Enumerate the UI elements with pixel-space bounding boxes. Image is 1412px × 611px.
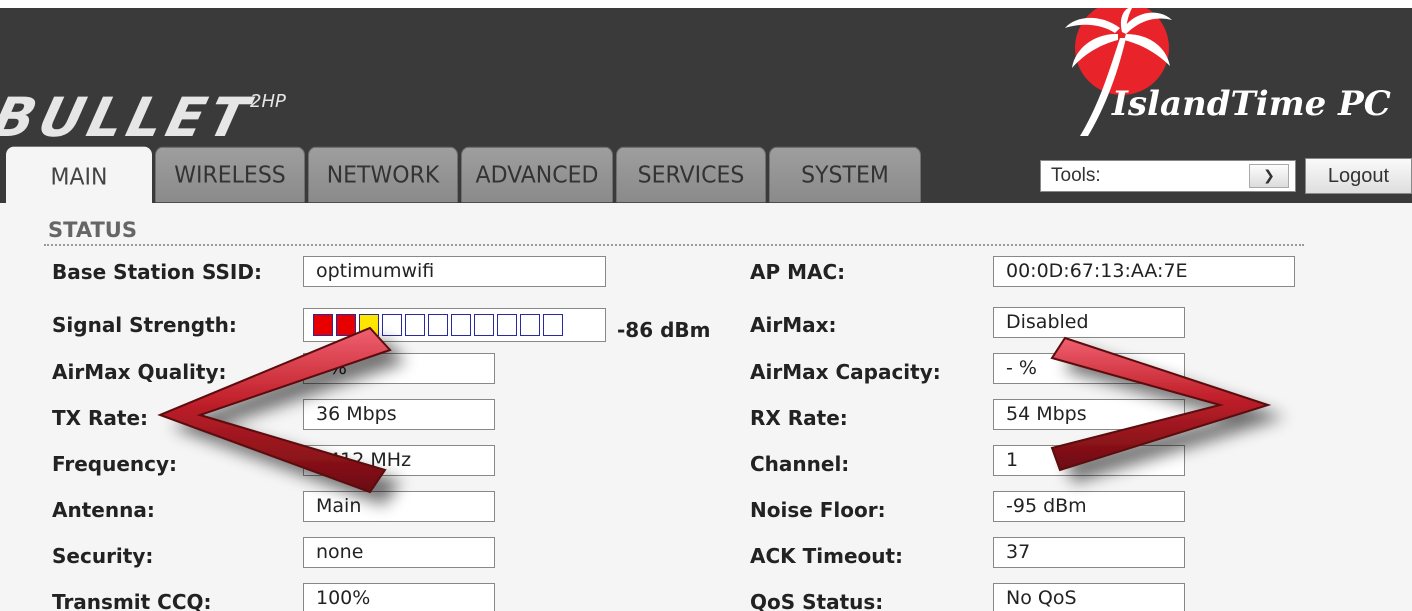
- signal-strength-label: Signal Strength:: [52, 313, 237, 337]
- noise-floor-field: -95 dBm: [993, 491, 1185, 522]
- signal-segment: [405, 314, 425, 336]
- chevron-down-icon[interactable]: ❯: [1249, 164, 1289, 188]
- frequency-label: Frequency:: [52, 452, 178, 476]
- ap-mac-field: 00:0D:67:13:AA:7E: [993, 256, 1295, 287]
- ssid-label: Base Station SSID:: [52, 260, 262, 284]
- tab-wireless[interactable]: WIRELESS: [155, 146, 305, 203]
- signal-segment: [382, 314, 402, 336]
- tab-system[interactable]: SYSTEM: [769, 146, 921, 203]
- tab-main[interactable]: MAIN: [6, 146, 152, 207]
- frequency-field: 2412 MHz: [303, 445, 495, 476]
- tools-dropdown[interactable]: Tools: ❯: [1040, 160, 1296, 192]
- security-field: none: [303, 537, 495, 568]
- airmax-quality-label: AirMax Quality:: [52, 360, 227, 384]
- logo-wordmark: IslandTime PC: [1112, 84, 1391, 124]
- signal-segment: [497, 314, 517, 336]
- noise-floor-label: Noise Floor:: [750, 498, 886, 522]
- tab-network[interactable]: NETWORK: [308, 146, 458, 203]
- channel-label: Channel:: [750, 452, 850, 476]
- model-label: 2HP: [250, 91, 286, 112]
- ack-timeout-label: ACK Timeout:: [750, 544, 904, 568]
- antenna-field: Main: [303, 491, 495, 522]
- airmax-capacity-field: - %: [993, 353, 1185, 384]
- status-heading: STATUS: [48, 218, 137, 242]
- transmit-ccq-label: Transmit CCQ:: [52, 590, 212, 611]
- airmax-capacity-label: AirMax Capacity:: [750, 360, 941, 384]
- logout-button[interactable]: Logout: [1305, 158, 1412, 194]
- ssid-field: optimumwifi: [303, 256, 606, 287]
- tools-label: Tools:: [1051, 165, 1101, 186]
- signal-segment: [336, 314, 356, 336]
- tx-rate-label: TX Rate:: [52, 406, 149, 430]
- airmax-label: AirMax:: [750, 313, 837, 337]
- router-admin-frame: BULLET 2HP IslandTime PC MAIN WIRELESS N…: [0, 8, 1412, 611]
- signal-segment: [543, 314, 563, 336]
- airmax-field: Disabled: [993, 307, 1185, 338]
- brand-logo: BULLET: [0, 86, 260, 149]
- signal-dbm-value: -86 dBm: [617, 318, 711, 342]
- tab-advanced[interactable]: ADVANCED: [461, 146, 613, 203]
- tx-rate-field: 36 Mbps: [303, 399, 495, 430]
- status-divider: [44, 244, 1304, 246]
- qos-status-label: QoS Status:: [750, 590, 884, 611]
- tab-services[interactable]: SERVICES: [616, 146, 766, 203]
- signal-segment: [313, 314, 333, 336]
- rx-rate-field: 54 Mbps: [993, 399, 1185, 430]
- ap-mac-label: AP MAC:: [750, 260, 846, 284]
- transmit-ccq-field: 100%: [303, 583, 495, 611]
- signal-segment: [359, 314, 379, 336]
- signal-segment: [520, 314, 540, 336]
- signal-segment: [474, 314, 494, 336]
- ack-timeout-field: 37: [993, 537, 1185, 568]
- qos-status-field: No QoS: [993, 583, 1185, 611]
- airmax-quality-field: - %: [303, 353, 495, 384]
- signal-strength-meter: [303, 308, 606, 342]
- security-label: Security:: [52, 544, 154, 568]
- signal-segment: [428, 314, 448, 336]
- channel-field: 1: [993, 445, 1185, 476]
- rx-rate-label: RX Rate:: [750, 406, 848, 430]
- antenna-label: Antenna:: [52, 498, 155, 522]
- signal-segment: [451, 314, 471, 336]
